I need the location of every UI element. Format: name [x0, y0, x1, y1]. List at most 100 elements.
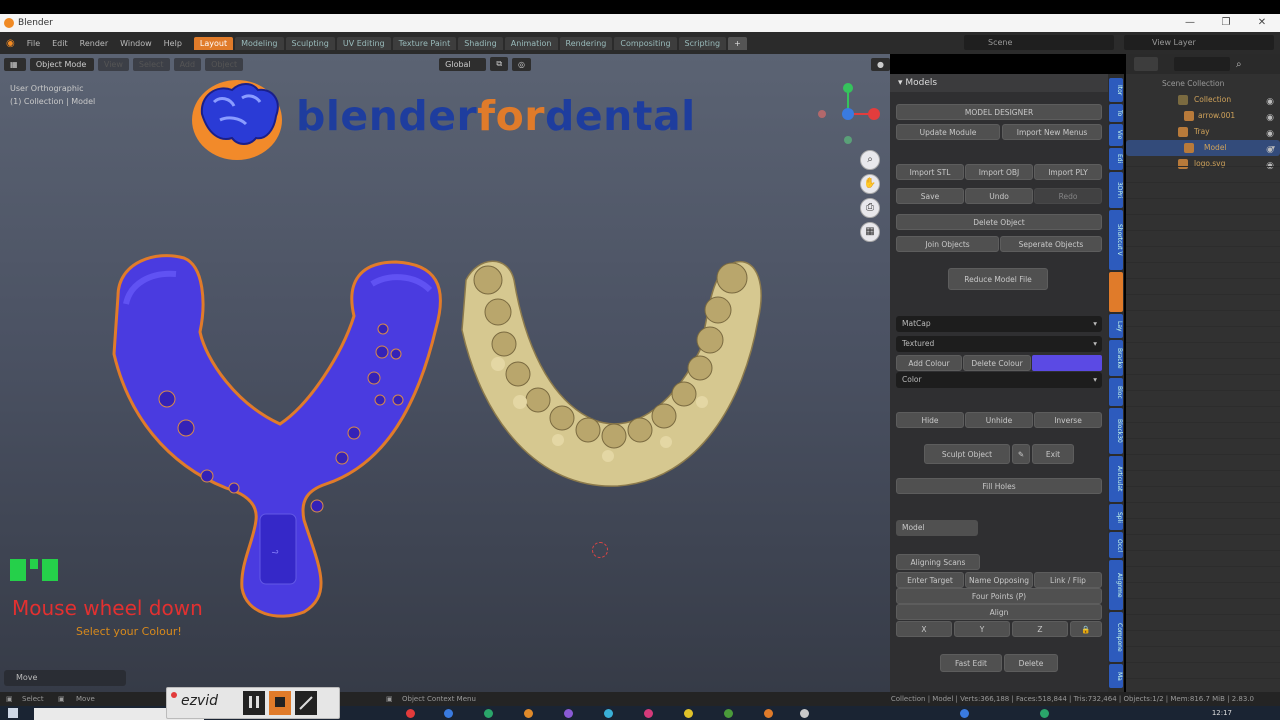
model-name-field[interactable]: Model [896, 520, 978, 536]
close-button[interactable]: ✕ [1244, 14, 1280, 32]
import-stl-button[interactable]: Import STL [896, 164, 964, 180]
sidebar-tab-bracke[interactable]: Bracke [1109, 340, 1123, 376]
add-workspace-button[interactable]: + [728, 36, 747, 50]
enter-target-button[interactable]: Enter Target [896, 572, 964, 588]
reduce-model-file-button[interactable]: Reduce Model File [948, 268, 1048, 290]
hide-button[interactable]: Hide [896, 412, 964, 428]
import-ply-button[interactable]: Import PLY [1034, 164, 1102, 180]
tab-layout[interactable]: Layout [193, 36, 234, 50]
app-icon-5[interactable] [564, 709, 573, 718]
editor-type-icon[interactable]: ▦ [4, 57, 26, 71]
sculpt-object-button[interactable]: Sculpt Object [924, 444, 1010, 464]
app-icon-3[interactable] [484, 709, 493, 718]
sidebar-tab-alignme[interactable]: Alignme [1109, 560, 1123, 610]
sidebar-tab-shortcut[interactable]: Shortcut V [1109, 210, 1123, 270]
sidebar-tab-block30[interactable]: Block30 [1109, 408, 1123, 454]
view-menu[interactable]: View [97, 57, 129, 71]
exit-button[interactable]: Exit [1032, 444, 1074, 464]
stop-icon[interactable] [269, 691, 291, 715]
models-panel-header[interactable]: ▾ Models [890, 74, 1108, 92]
app-icon-2[interactable] [444, 709, 453, 718]
zoom-icon[interactable]: ⌕ [860, 150, 880, 170]
sidebar-tab-compone[interactable]: Compone [1109, 612, 1123, 662]
menu-render[interactable]: Render [74, 39, 114, 48]
sidebar-tab-spli[interactable]: Spli [1109, 504, 1123, 530]
sidebar-tab-occl[interactable]: Occl [1109, 532, 1123, 558]
app-icon-7[interactable] [644, 709, 653, 718]
last-operator-panel[interactable]: Move [4, 670, 126, 686]
3d-cursor-icon[interactable] [592, 542, 608, 558]
pan-icon[interactable]: ✋ [860, 174, 880, 194]
align-button[interactable]: Align [896, 604, 1102, 620]
model-designer-button[interactable]: MODEL DESIGNER [896, 104, 1102, 120]
viewport-shading-icon[interactable]: ● [871, 57, 890, 71]
dental-arch-scan-model[interactable] [448, 250, 768, 496]
app-icon-6[interactable] [604, 709, 613, 718]
maximize-button[interactable]: ❐ [1208, 14, 1244, 32]
add-menu[interactable]: Add [173, 57, 202, 71]
axis-z-field[interactable]: Z [1012, 621, 1068, 637]
import-obj-button[interactable]: Import OBJ [965, 164, 1033, 180]
tab-rendering[interactable]: Rendering [559, 36, 613, 50]
outliner-editor-icon[interactable] [1134, 57, 1158, 71]
app-icon-12[interactable] [1040, 709, 1049, 718]
axis-x-field[interactable]: X [896, 621, 952, 637]
matcap-dropdown[interactable]: MatCap [896, 316, 1102, 332]
add-colour-button[interactable]: Add Colour [896, 355, 962, 371]
sidebar-tab-to[interactable]: To [1109, 104, 1123, 122]
brush-icon[interactable]: ✎ [1012, 444, 1030, 464]
undo-button[interactable]: Undo [965, 188, 1033, 204]
transform-orientation-dropdown[interactable]: Global [439, 57, 487, 71]
save-button[interactable]: Save [896, 188, 964, 204]
pause-icon[interactable] [243, 691, 265, 715]
navigation-gizmo[interactable] [812, 80, 882, 150]
3d-viewport[interactable]: ▦ Object Mode View Select Add Object Glo… [0, 54, 890, 692]
outliner-row-scene-collection[interactable]: Scene Collection [1126, 76, 1280, 92]
tab-shading[interactable]: Shading [458, 36, 503, 50]
tab-texture-paint[interactable]: Texture Paint [392, 36, 457, 50]
draw-icon[interactable] [295, 691, 317, 715]
app-icon-10[interactable] [800, 709, 809, 718]
tab-scripting[interactable]: Scripting [678, 36, 727, 50]
blender-menu-icon[interactable]: ◉ [0, 38, 21, 49]
menu-file[interactable]: File [21, 39, 46, 48]
outliner-row-model[interactable]: Model ◉ [1126, 140, 1280, 156]
select-menu[interactable]: Select [132, 57, 170, 71]
seperate-objects-button[interactable]: Seperate Objects [1000, 236, 1102, 252]
camera-icon[interactable]: ⎙ [860, 198, 880, 218]
sidebar-tab-vie[interactable]: Vie [1109, 124, 1123, 146]
sidebar-tab-active[interactable] [1109, 272, 1123, 312]
view-layer-selector[interactable]: View Layer [1124, 35, 1274, 50]
grid-icon[interactable]: ▦ [860, 222, 880, 242]
object-mode-dropdown[interactable]: Object Mode [29, 57, 94, 71]
color-dropdown[interactable]: Color [896, 372, 1102, 388]
tab-modeling[interactable]: Modeling [235, 36, 284, 50]
lock-icon[interactable]: 🔒 [1070, 621, 1102, 637]
tab-animation[interactable]: Animation [504, 36, 558, 50]
name-opposing-button[interactable]: Name Opposing [965, 572, 1033, 588]
app-icon-1[interactable] [406, 709, 415, 718]
snap-icon[interactable]: ⧉ [490, 57, 509, 71]
sidebar-tab-itor[interactable]: Itor [1109, 78, 1123, 102]
outliner-search-input[interactable] [1174, 57, 1230, 71]
fill-holes-button[interactable]: Fill Holes [896, 478, 1102, 494]
scene-selector[interactable]: Scene [964, 35, 1114, 50]
link-flip-button[interactable]: Link / Flip [1034, 572, 1102, 588]
aligning-scans-button[interactable]: Aligning Scans [896, 554, 980, 570]
blender-taskbar-icon[interactable] [764, 709, 773, 718]
tab-uv-editing[interactable]: UV Editing [336, 36, 391, 50]
dental-tray-model[interactable]: Ꮣ [96, 244, 456, 624]
outliner-row-collection[interactable]: Collection ◉ [1126, 92, 1280, 108]
sidebar-tab-ma[interactable]: Ma [1109, 664, 1123, 688]
sidebar-tab-edi[interactable]: Edi [1109, 148, 1123, 170]
axis-y-field[interactable]: Y [954, 621, 1010, 637]
inverse-button[interactable]: Inverse [1034, 412, 1102, 428]
app-icon-8[interactable] [684, 709, 693, 718]
textured-dropdown[interactable]: Textured [896, 336, 1102, 352]
gizmo-neg-y-icon[interactable] [844, 136, 852, 144]
menu-help[interactable]: Help [158, 39, 188, 48]
search-icon[interactable]: ⌕ [1236, 59, 1242, 70]
gizmo-z-axis-icon[interactable] [842, 108, 854, 120]
import-new-menus-button[interactable]: Import New Menus [1002, 124, 1102, 140]
outliner-row-arrow[interactable]: arrow.001 ◉ [1126, 108, 1280, 124]
